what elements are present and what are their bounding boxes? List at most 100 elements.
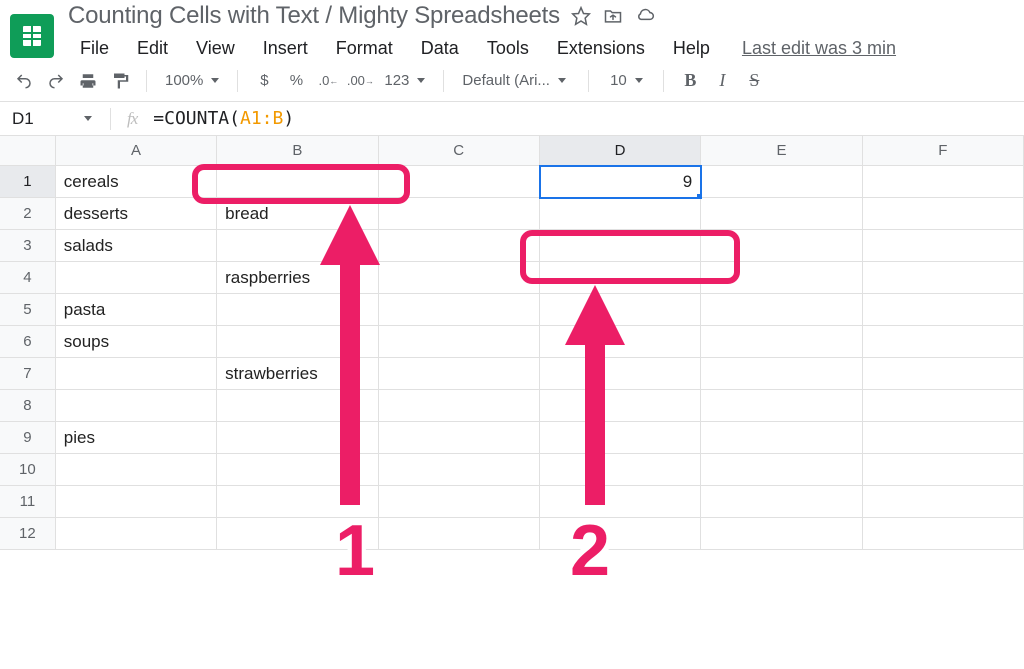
cell-C8[interactable] — [379, 390, 540, 422]
bold-button[interactable]: B — [676, 67, 704, 95]
cell-E4[interactable] — [701, 262, 862, 294]
cell-C10[interactable] — [379, 454, 540, 486]
cell-C7[interactable] — [379, 358, 540, 390]
cell-D5[interactable] — [540, 294, 701, 326]
decrease-decimal-button[interactable]: .0← — [314, 67, 342, 95]
cell-F9[interactable] — [863, 422, 1024, 454]
cell-A6[interactable]: soups — [56, 326, 217, 358]
cell-D6[interactable] — [540, 326, 701, 358]
menu-data[interactable]: Data — [409, 36, 471, 61]
cell-C1[interactable] — [379, 166, 540, 198]
cell-D11[interactable] — [540, 486, 701, 518]
name-box[interactable]: D1 — [4, 109, 102, 129]
row-header-6[interactable]: 6 — [0, 326, 56, 358]
font-size-dropdown[interactable]: 10 — [601, 67, 651, 95]
cell-D9[interactable] — [540, 422, 701, 454]
row-header-8[interactable]: 8 — [0, 390, 56, 422]
more-formats-dropdown[interactable]: 123 — [378, 67, 431, 95]
cell-E1[interactable] — [701, 166, 862, 198]
row-header-5[interactable]: 5 — [0, 294, 56, 326]
italic-button[interactable]: I — [708, 67, 736, 95]
cell-A10[interactable] — [56, 454, 217, 486]
undo-button[interactable] — [10, 67, 38, 95]
format-percent-button[interactable]: % — [282, 67, 310, 95]
cell-A4[interactable] — [56, 262, 217, 294]
redo-button[interactable] — [42, 67, 70, 95]
cell-F12[interactable] — [863, 518, 1024, 550]
cell-B12[interactable] — [217, 518, 378, 550]
cell-B3[interactable] — [217, 230, 378, 262]
cell-D4[interactable] — [540, 262, 701, 294]
cell-A9[interactable]: pies — [56, 422, 217, 454]
cell-C12[interactable] — [379, 518, 540, 550]
doc-title[interactable]: Counting Cells with Text / Mighty Spread… — [68, 2, 560, 30]
menu-help[interactable]: Help — [661, 36, 722, 61]
cell-E7[interactable] — [701, 358, 862, 390]
cell-D12[interactable] — [540, 518, 701, 550]
cell-A11[interactable] — [56, 486, 217, 518]
cell-B4[interactable]: raspberries — [217, 262, 378, 294]
cell-C4[interactable] — [379, 262, 540, 294]
strikethrough-button[interactable]: S — [740, 67, 768, 95]
menu-extensions[interactable]: Extensions — [545, 36, 657, 61]
cell-B1[interactable] — [217, 166, 378, 198]
col-header-b[interactable]: B — [217, 136, 378, 165]
format-currency-button[interactable]: $ — [250, 67, 278, 95]
cell-F11[interactable] — [863, 486, 1024, 518]
row-header-3[interactable]: 3 — [0, 230, 56, 262]
menu-insert[interactable]: Insert — [251, 36, 320, 61]
cell-F5[interactable] — [863, 294, 1024, 326]
col-header-a[interactable]: A — [56, 136, 217, 165]
star-icon[interactable] — [570, 5, 592, 27]
cell-A7[interactable] — [56, 358, 217, 390]
cell-F8[interactable] — [863, 390, 1024, 422]
cell-F1[interactable] — [863, 166, 1024, 198]
cell-E8[interactable] — [701, 390, 862, 422]
col-header-c[interactable]: C — [379, 136, 540, 165]
cell-D8[interactable] — [540, 390, 701, 422]
row-header-12[interactable]: 12 — [0, 518, 56, 550]
cell-C9[interactable] — [379, 422, 540, 454]
cell-A12[interactable] — [56, 518, 217, 550]
cell-E10[interactable] — [701, 454, 862, 486]
row-header-4[interactable]: 4 — [0, 262, 56, 294]
cell-B8[interactable] — [217, 390, 378, 422]
cell-F4[interactable] — [863, 262, 1024, 294]
sheets-logo[interactable] — [10, 14, 54, 58]
cell-A5[interactable]: pasta — [56, 294, 217, 326]
menu-tools[interactable]: Tools — [475, 36, 541, 61]
cell-F7[interactable] — [863, 358, 1024, 390]
spreadsheet-grid[interactable]: A B C D E F 1cereals92dessertsbread3sala… — [0, 136, 1024, 550]
cell-D2[interactable] — [540, 198, 701, 230]
cell-C2[interactable] — [379, 198, 540, 230]
menu-edit[interactable]: Edit — [125, 36, 180, 61]
cell-A2[interactable]: desserts — [56, 198, 217, 230]
cell-B6[interactable] — [217, 326, 378, 358]
cell-A1[interactable]: cereals — [56, 166, 217, 198]
menu-file[interactable]: File — [68, 36, 121, 61]
cell-F3[interactable] — [863, 230, 1024, 262]
increase-decimal-button[interactable]: .00→ — [346, 67, 374, 95]
col-header-d[interactable]: D — [540, 136, 701, 165]
cell-B7[interactable]: strawberries — [217, 358, 378, 390]
cell-C6[interactable] — [379, 326, 540, 358]
cell-D1[interactable]: 9 — [540, 166, 701, 198]
row-header-10[interactable]: 10 — [0, 454, 56, 486]
cell-B9[interactable] — [217, 422, 378, 454]
formula-input[interactable]: =COUNTA(A1:B) — [153, 106, 1020, 131]
cloud-status-icon[interactable] — [634, 5, 656, 27]
cell-D3[interactable] — [540, 230, 701, 262]
cell-E9[interactable] — [701, 422, 862, 454]
col-header-f[interactable]: F — [863, 136, 1024, 165]
cell-D10[interactable] — [540, 454, 701, 486]
cell-C3[interactable] — [379, 230, 540, 262]
zoom-dropdown[interactable]: 100% — [159, 67, 225, 95]
last-edit-link[interactable]: Last edit was 3 min — [742, 38, 896, 59]
cell-E3[interactable] — [701, 230, 862, 262]
print-button[interactable] — [74, 67, 102, 95]
font-family-dropdown[interactable]: Default (Ari... — [456, 67, 576, 95]
row-header-9[interactable]: 9 — [0, 422, 56, 454]
row-header-2[interactable]: 2 — [0, 198, 56, 230]
cell-B2[interactable]: bread — [217, 198, 378, 230]
cell-B11[interactable] — [217, 486, 378, 518]
